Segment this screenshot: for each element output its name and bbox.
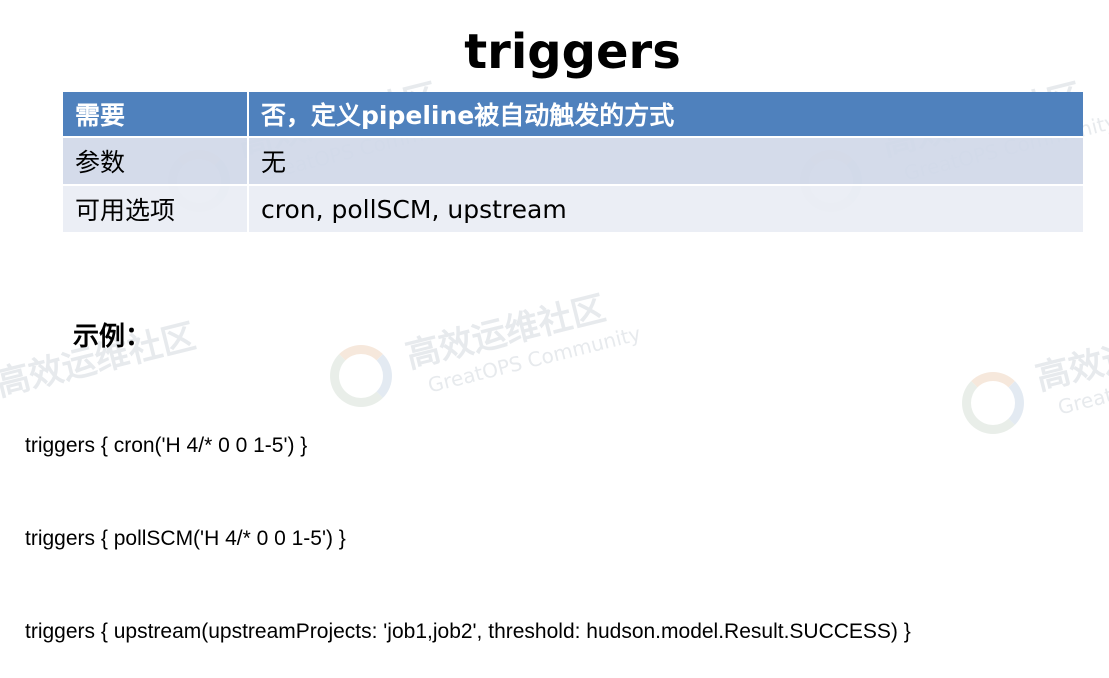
table-row: 可用选项 cron, pollSCM, upstream	[63, 185, 1083, 234]
code-line: triggers { upstream(upstreamProjects: 'j…	[25, 620, 911, 643]
code-example: triggers { cron('H 4/* 0 0 1-5') } trigg…	[25, 368, 911, 678]
watermark-logo-icon	[962, 372, 1024, 434]
table-cell-value: 无	[248, 137, 1083, 186]
table-cell-key: 需要	[63, 92, 249, 138]
table-cell-value: cron, pollSCM, upstream	[248, 185, 1083, 234]
code-line: triggers { cron('H 4/* 0 0 1-5') }	[25, 434, 308, 457]
example-label: 示例：	[73, 322, 152, 352]
table-row: 参数 无	[63, 137, 1083, 186]
watermark: 高效运维社区 GreatOPS Community	[1031, 310, 1109, 420]
table-cell-key: 参数	[63, 137, 249, 186]
table-row: 需要 否，定义pipeline被自动触发的方式	[63, 92, 1083, 138]
code-line: triggers { pollSCM('H 4/* 0 0 1-5') }	[25, 527, 346, 550]
page-title: triggers	[464, 24, 681, 80]
spec-table: 需要 否，定义pipeline被自动触发的方式 参数 无 可用选项 cron, …	[63, 92, 1083, 234]
table-cell-key: 可用选项	[63, 185, 249, 234]
table-cell-value: 否，定义pipeline被自动触发的方式	[248, 92, 1083, 138]
